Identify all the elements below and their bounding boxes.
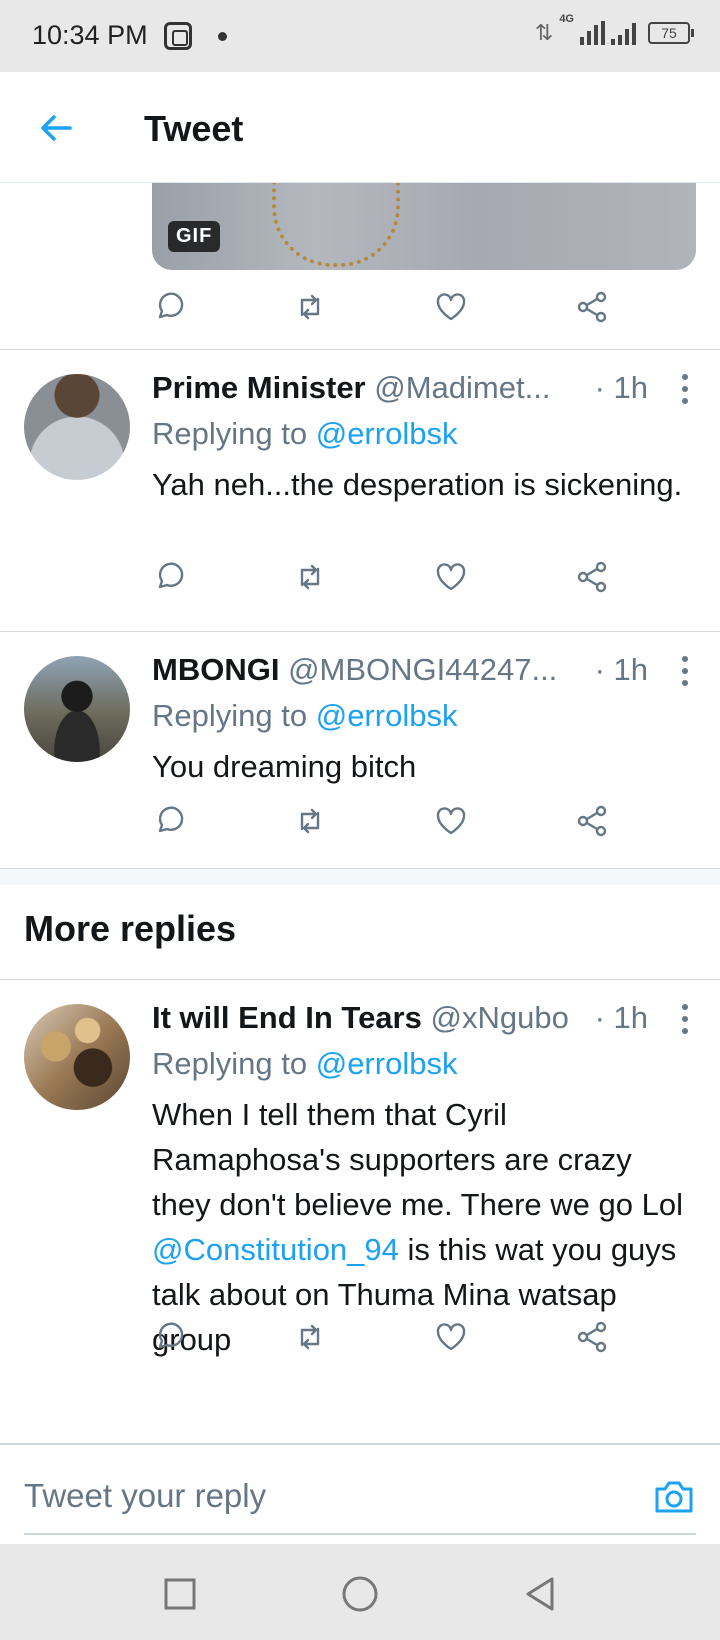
battery-icon: 75 <box>648 22 694 44</box>
app-notification-icon <box>164 22 192 50</box>
status-time: 10:34 PM <box>32 20 148 50</box>
replying-prefix: Replying to <box>152 698 316 733</box>
replying-to: Replying to @errolbsk <box>152 1046 457 1082</box>
replying-prefix: Replying to <box>152 1046 316 1081</box>
section-gap <box>0 869 720 885</box>
tweet-header: It will End In Tears @xNgubo <box>152 1000 569 1036</box>
share-icon[interactable] <box>575 290 615 330</box>
user-name[interactable]: It will End In Tears <box>152 1000 422 1035</box>
like-icon[interactable] <box>434 1320 474 1360</box>
arrow-left-icon[interactable] <box>36 108 76 148</box>
retweet-icon[interactable] <box>293 290 333 330</box>
avatar[interactable] <box>24 1004 130 1110</box>
camera-icon[interactable] <box>652 1475 696 1519</box>
tweet-actions <box>152 1320 622 1360</box>
reply-icon[interactable] <box>152 290 192 330</box>
reply-underline <box>24 1533 696 1535</box>
replying-prefix: Replying to <box>152 416 316 451</box>
tweet-text-part: When I tell them that Cyril Ramaphosa's … <box>152 1097 683 1222</box>
data-arrows-icon: ⇅ <box>534 20 554 45</box>
tweet-actions <box>152 290 622 330</box>
reply-tweet[interactable]: MBONGI @MBONGI44247... · 1h Replying to … <box>0 632 720 868</box>
retweet-icon[interactable] <box>293 560 333 600</box>
more-options-icon[interactable] <box>682 374 690 404</box>
more-replies-heading: More replies <box>24 908 237 949</box>
tweet-time: · 1h <box>594 652 648 687</box>
user-name[interactable]: Prime Minister <box>152 370 366 405</box>
mention-link[interactable]: @Constitution_94 <box>152 1232 399 1267</box>
more-options-icon[interactable] <box>682 1004 690 1034</box>
reply-tweet[interactable]: It will End In Tears @xNgubo · 1h Replyi… <box>0 980 720 1440</box>
tweet-header: MBONGI @MBONGI44247... <box>152 652 557 688</box>
reply-icon[interactable] <box>152 804 192 844</box>
recents-square-icon[interactable] <box>160 1574 200 1614</box>
like-icon[interactable] <box>434 560 474 600</box>
share-icon[interactable] <box>575 1320 615 1360</box>
gif-media[interactable]: GIF <box>152 183 696 270</box>
tweet-actions <box>152 804 622 844</box>
back-triangle-icon[interactable] <box>520 1574 560 1614</box>
tweet-time: · 1h <box>594 1000 648 1035</box>
tweet-text: Yah neh...the desperation is sickening. <box>152 467 683 502</box>
avatar[interactable] <box>24 656 130 762</box>
retweet-icon[interactable] <box>293 1320 333 1360</box>
share-icon[interactable] <box>575 560 615 600</box>
avatar[interactable] <box>24 374 130 480</box>
replying-to: Replying to @errolbsk <box>152 698 457 734</box>
tweet-time: · 1h <box>594 370 648 405</box>
more-options-icon[interactable] <box>682 656 690 686</box>
reply-icon[interactable] <box>152 1320 192 1360</box>
tweet-header: Prime Minister @Madimet... <box>152 370 550 406</box>
system-nav-bar <box>0 1544 720 1640</box>
replying-to: Replying to @errolbsk <box>152 416 457 452</box>
gif-badge: GIF <box>168 221 221 252</box>
tweet-text: You dreaming bitch <box>152 749 417 784</box>
retweet-icon[interactable] <box>293 804 333 844</box>
replying-to-handle[interactable]: @errolbsk <box>316 416 458 451</box>
status-indicators: ⇅ 4G 75 <box>534 13 694 46</box>
status-bar: 10:34 PM ⇅ 4G 75 <box>0 0 720 72</box>
reply-icon[interactable] <box>152 560 192 600</box>
reply-tweet[interactable]: Prime Minister @Madimet... · 1h Replying… <box>0 350 720 631</box>
signal-icon-2 <box>611 21 636 45</box>
page-title: Tweet <box>144 108 244 149</box>
dot-icon <box>218 32 227 41</box>
user-name[interactable]: MBONGI <box>152 652 279 687</box>
user-handle: @MBONGI44247... <box>288 652 558 687</box>
gif-image-detail <box>272 183 400 267</box>
user-handle: @Madimet... <box>374 370 551 405</box>
network-type: 4G <box>559 13 574 25</box>
reply-input[interactable]: Tweet your reply <box>24 1477 266 1515</box>
like-icon[interactable] <box>434 804 474 844</box>
user-handle: @xNgubo <box>430 1000 569 1035</box>
share-icon[interactable] <box>575 804 615 844</box>
like-icon[interactable] <box>434 290 474 330</box>
tweet-actions <box>152 560 622 600</box>
reply-composer[interactable]: Tweet your reply <box>0 1443 720 1545</box>
replying-to-handle[interactable]: @errolbsk <box>316 698 458 733</box>
replying-to-handle[interactable]: @errolbsk <box>316 1046 458 1081</box>
signal-icon <box>580 21 605 45</box>
home-circle-icon[interactable] <box>340 1574 380 1614</box>
app-bar: Tweet <box>0 72 720 183</box>
